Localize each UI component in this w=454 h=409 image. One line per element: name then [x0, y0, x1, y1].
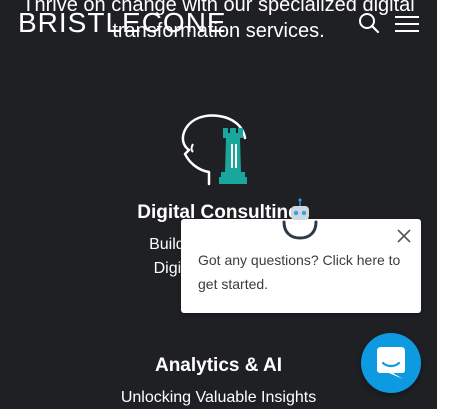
chat-bubble-icon — [377, 347, 405, 379]
chat-popup-text: Got any questions? Click here to get sta… — [198, 252, 401, 292]
hamburger-menu-icon[interactable] — [395, 14, 419, 34]
close-icon[interactable] — [395, 227, 413, 245]
bristlecone-logo[interactable]: BRISTLECONE — [18, 8, 227, 38]
page-viewport: Thrive on change with our specialized di… — [0, 0, 437, 409]
head-chess-rook-icon — [179, 114, 259, 188]
robot-avatar-icon — [280, 196, 320, 244]
page-scrollbar[interactable] — [437, 0, 454, 409]
chat-launcher-button[interactable] — [361, 333, 421, 393]
search-icon[interactable] — [358, 12, 380, 34]
